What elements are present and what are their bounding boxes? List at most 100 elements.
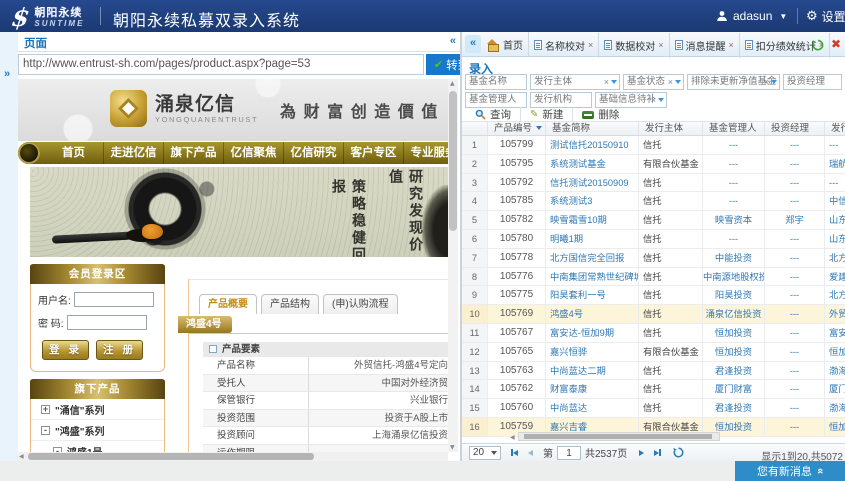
action-bar: 查询 ✎ 新建 删除	[466, 108, 628, 121]
grid-header-col[interactable]: 发行主体	[639, 122, 703, 135]
page-number-input[interactable]: 1	[557, 446, 581, 460]
cell: 9	[462, 286, 488, 304]
table-row[interactable]: 14105762财富泰康信托厦门财富---厦门	[462, 380, 845, 399]
scroll-left-icon[interactable]: ◀	[19, 453, 24, 460]
product-tree-item[interactable]: -鸿盛1号	[31, 441, 164, 452]
checkbox-icon[interactable]	[209, 345, 217, 353]
site-nav-item[interactable]: 客户专区	[344, 142, 404, 164]
table-row[interactable]: 7105778北方国信完全回报信托中能投资---北方	[462, 249, 845, 268]
register-button[interactable]: 注 册	[96, 340, 143, 360]
table-row[interactable]: 15105760中尚蓝达信托君逢投资---渤海	[462, 399, 845, 418]
cell: ---	[765, 136, 825, 154]
product-tab[interactable]: 产品结构	[261, 294, 319, 314]
issuer-select[interactable]: 发行主体×	[530, 74, 620, 90]
grid-header-col[interactable]: 基金管理人	[703, 122, 765, 135]
grid-header-col[interactable]: 发行机构	[825, 122, 845, 135]
tab-名称校对[interactable]: 名称校对×	[529, 33, 599, 58]
password-input[interactable]	[67, 315, 147, 330]
tab-close-icon[interactable]: ×	[658, 40, 663, 50]
expand-icon[interactable]: »	[4, 68, 10, 80]
product-tree-item[interactable]: + "涌信"系列	[31, 399, 164, 420]
webpage-vertical-scrollbar[interactable]: ▲ ▼	[448, 79, 458, 452]
fund-name-input[interactable]: 基金名称	[465, 74, 527, 90]
reload-grid-icon[interactable]	[673, 447, 684, 458]
exclude-select[interactable]: 排除未更新净值基金×	[687, 74, 780, 90]
tree-item-label: "涌信"系列	[55, 402, 104, 417]
tab-消息提醒[interactable]: 消息提醒×	[670, 33, 740, 58]
collapse-right-icon[interactable]: «	[465, 35, 481, 53]
user-icon	[716, 10, 728, 22]
first-page-button[interactable]	[511, 449, 518, 456]
scroll-up-icon[interactable]: ▲	[450, 80, 455, 87]
table-row[interactable]: 5105782映雪霜雪10期信托映雪资本郑宇山东	[462, 211, 845, 230]
product-tree-item[interactable]: -"鸿盛"系列	[31, 420, 164, 441]
cell: 105765	[488, 343, 546, 361]
last-page-button[interactable]	[654, 449, 661, 456]
site-nav-item[interactable]: 亿信聚焦	[224, 142, 284, 164]
tab-close-icon[interactable]: ×	[729, 40, 734, 50]
search-button[interactable]: 查询	[466, 107, 521, 122]
user-menu[interactable]: adasun ▼	[716, 0, 787, 32]
webpage-horizontal-scrollbar[interactable]: ◀	[18, 452, 448, 461]
product-field-value: 投资于A股上市	[309, 410, 448, 427]
product-tab[interactable]: 产品概要	[199, 294, 257, 314]
login-box-title: 会员登录区	[30, 264, 165, 284]
grid-header-col[interactable]: 基金简称	[546, 122, 639, 135]
grid-header-col[interactable]: 产品编号	[488, 122, 546, 135]
grid-header-col[interactable]: 投资经理	[765, 122, 825, 135]
table-row[interactable]: 1105799测试信托20150910信托---------	[462, 136, 845, 155]
site-nav-item[interactable]: 首页	[44, 142, 104, 164]
table-row[interactable]: 2105795系统测试基金有限合伙基金------瑞航	[462, 155, 845, 174]
tab-首页[interactable]: 首页	[482, 32, 529, 57]
base-info-select[interactable]: 基础信息待补×	[595, 92, 667, 108]
pm-input[interactable]: 投资经理	[783, 74, 842, 90]
product-field-value: 上海涌泉亿信投资	[309, 427, 448, 444]
cell: 厦门财富	[703, 380, 765, 398]
table-row[interactable]: 6105780明曦1期信托------山东	[462, 230, 845, 249]
table-row[interactable]: 11105767富安达-恒加9期信托恒加投资---富安	[462, 324, 845, 343]
page-size-select[interactable]: 20	[469, 446, 501, 460]
site-logo[interactable]: 涌泉亿信 YONGQUANENTRUST	[110, 90, 258, 127]
table-row[interactable]: 9105775阳昊套利一号信托阳昊投资---北方	[462, 286, 845, 305]
table-row[interactable]: 3105792信托测试20150909信托---------	[462, 174, 845, 193]
login-button[interactable]: 登 录	[42, 340, 89, 360]
collapse-left-icon[interactable]: «	[450, 35, 456, 47]
fund-admin-input[interactable]: 基金管理人	[465, 92, 527, 108]
settings-button[interactable]: ⚙ 设置	[806, 0, 845, 32]
table-row[interactable]: 8105776中南集团常熟世纪碑城信托中南源地股权投资---爱建	[462, 268, 845, 287]
tree-expander-icon[interactable]: +	[41, 405, 50, 414]
cell: 北方	[825, 249, 845, 267]
new-message-button[interactable]: 您有新消息«	[735, 461, 845, 481]
username-input[interactable]	[74, 292, 154, 307]
prev-page-button[interactable]	[528, 450, 533, 456]
create-button[interactable]: ✎ 新建	[521, 107, 573, 122]
table-row[interactable]: 12105765嘉兴恒骅有限合伙基金恒加投资---恒加	[462, 343, 845, 362]
close-all-tabs-icon[interactable]: ✖	[831, 38, 841, 51]
site-nav-item[interactable]: 旗下产品	[164, 142, 224, 164]
delete-button[interactable]: 删除	[573, 107, 628, 122]
product-tab[interactable]: (申)认购流程	[323, 294, 398, 314]
table-row[interactable]: 10105769鸿盛4号信托涌泉亿信投资---外贸	[462, 305, 845, 324]
site-nav-item[interactable]: 亿信研究	[284, 142, 344, 164]
fund-status-select[interactable]: 基金状态×	[623, 74, 684, 90]
issue-org-input[interactable]: 发行机构	[530, 92, 592, 108]
site-nav-item[interactable]: 走进亿信	[104, 142, 164, 164]
tree-expander-icon[interactable]: -	[41, 426, 50, 435]
next-page-button[interactable]	[639, 450, 644, 456]
table-row[interactable]: 4105785系统测试3信托------中信	[462, 192, 845, 211]
url-input[interactable]: http://www.entrust-sh.com/pages/product.…	[18, 54, 424, 75]
site-nav-item[interactable]: 专业服务	[404, 142, 448, 164]
table-row[interactable]: 13105763中尚蓝达二期信托君逢投资---渤海	[462, 362, 845, 381]
cell: 105782	[488, 211, 546, 229]
refresh-tabs-icon[interactable]	[812, 39, 824, 51]
grid-horizontal-scrollbar[interactable]: ◀	[518, 432, 720, 441]
product-row: 运作期限	[203, 445, 448, 453]
cell: 系统测试基金	[546, 155, 639, 173]
url-bar: http://www.entrust-sh.com/pages/product.…	[18, 52, 460, 79]
scroll-down-icon[interactable]: ▼	[450, 444, 455, 451]
cell: 105795	[488, 155, 546, 173]
tab-数据校对[interactable]: 数据校对×	[599, 33, 669, 58]
tab-close-icon[interactable]: ×	[588, 40, 593, 50]
chevron-up-icon: «	[814, 468, 826, 474]
cell: 信托	[639, 305, 703, 323]
